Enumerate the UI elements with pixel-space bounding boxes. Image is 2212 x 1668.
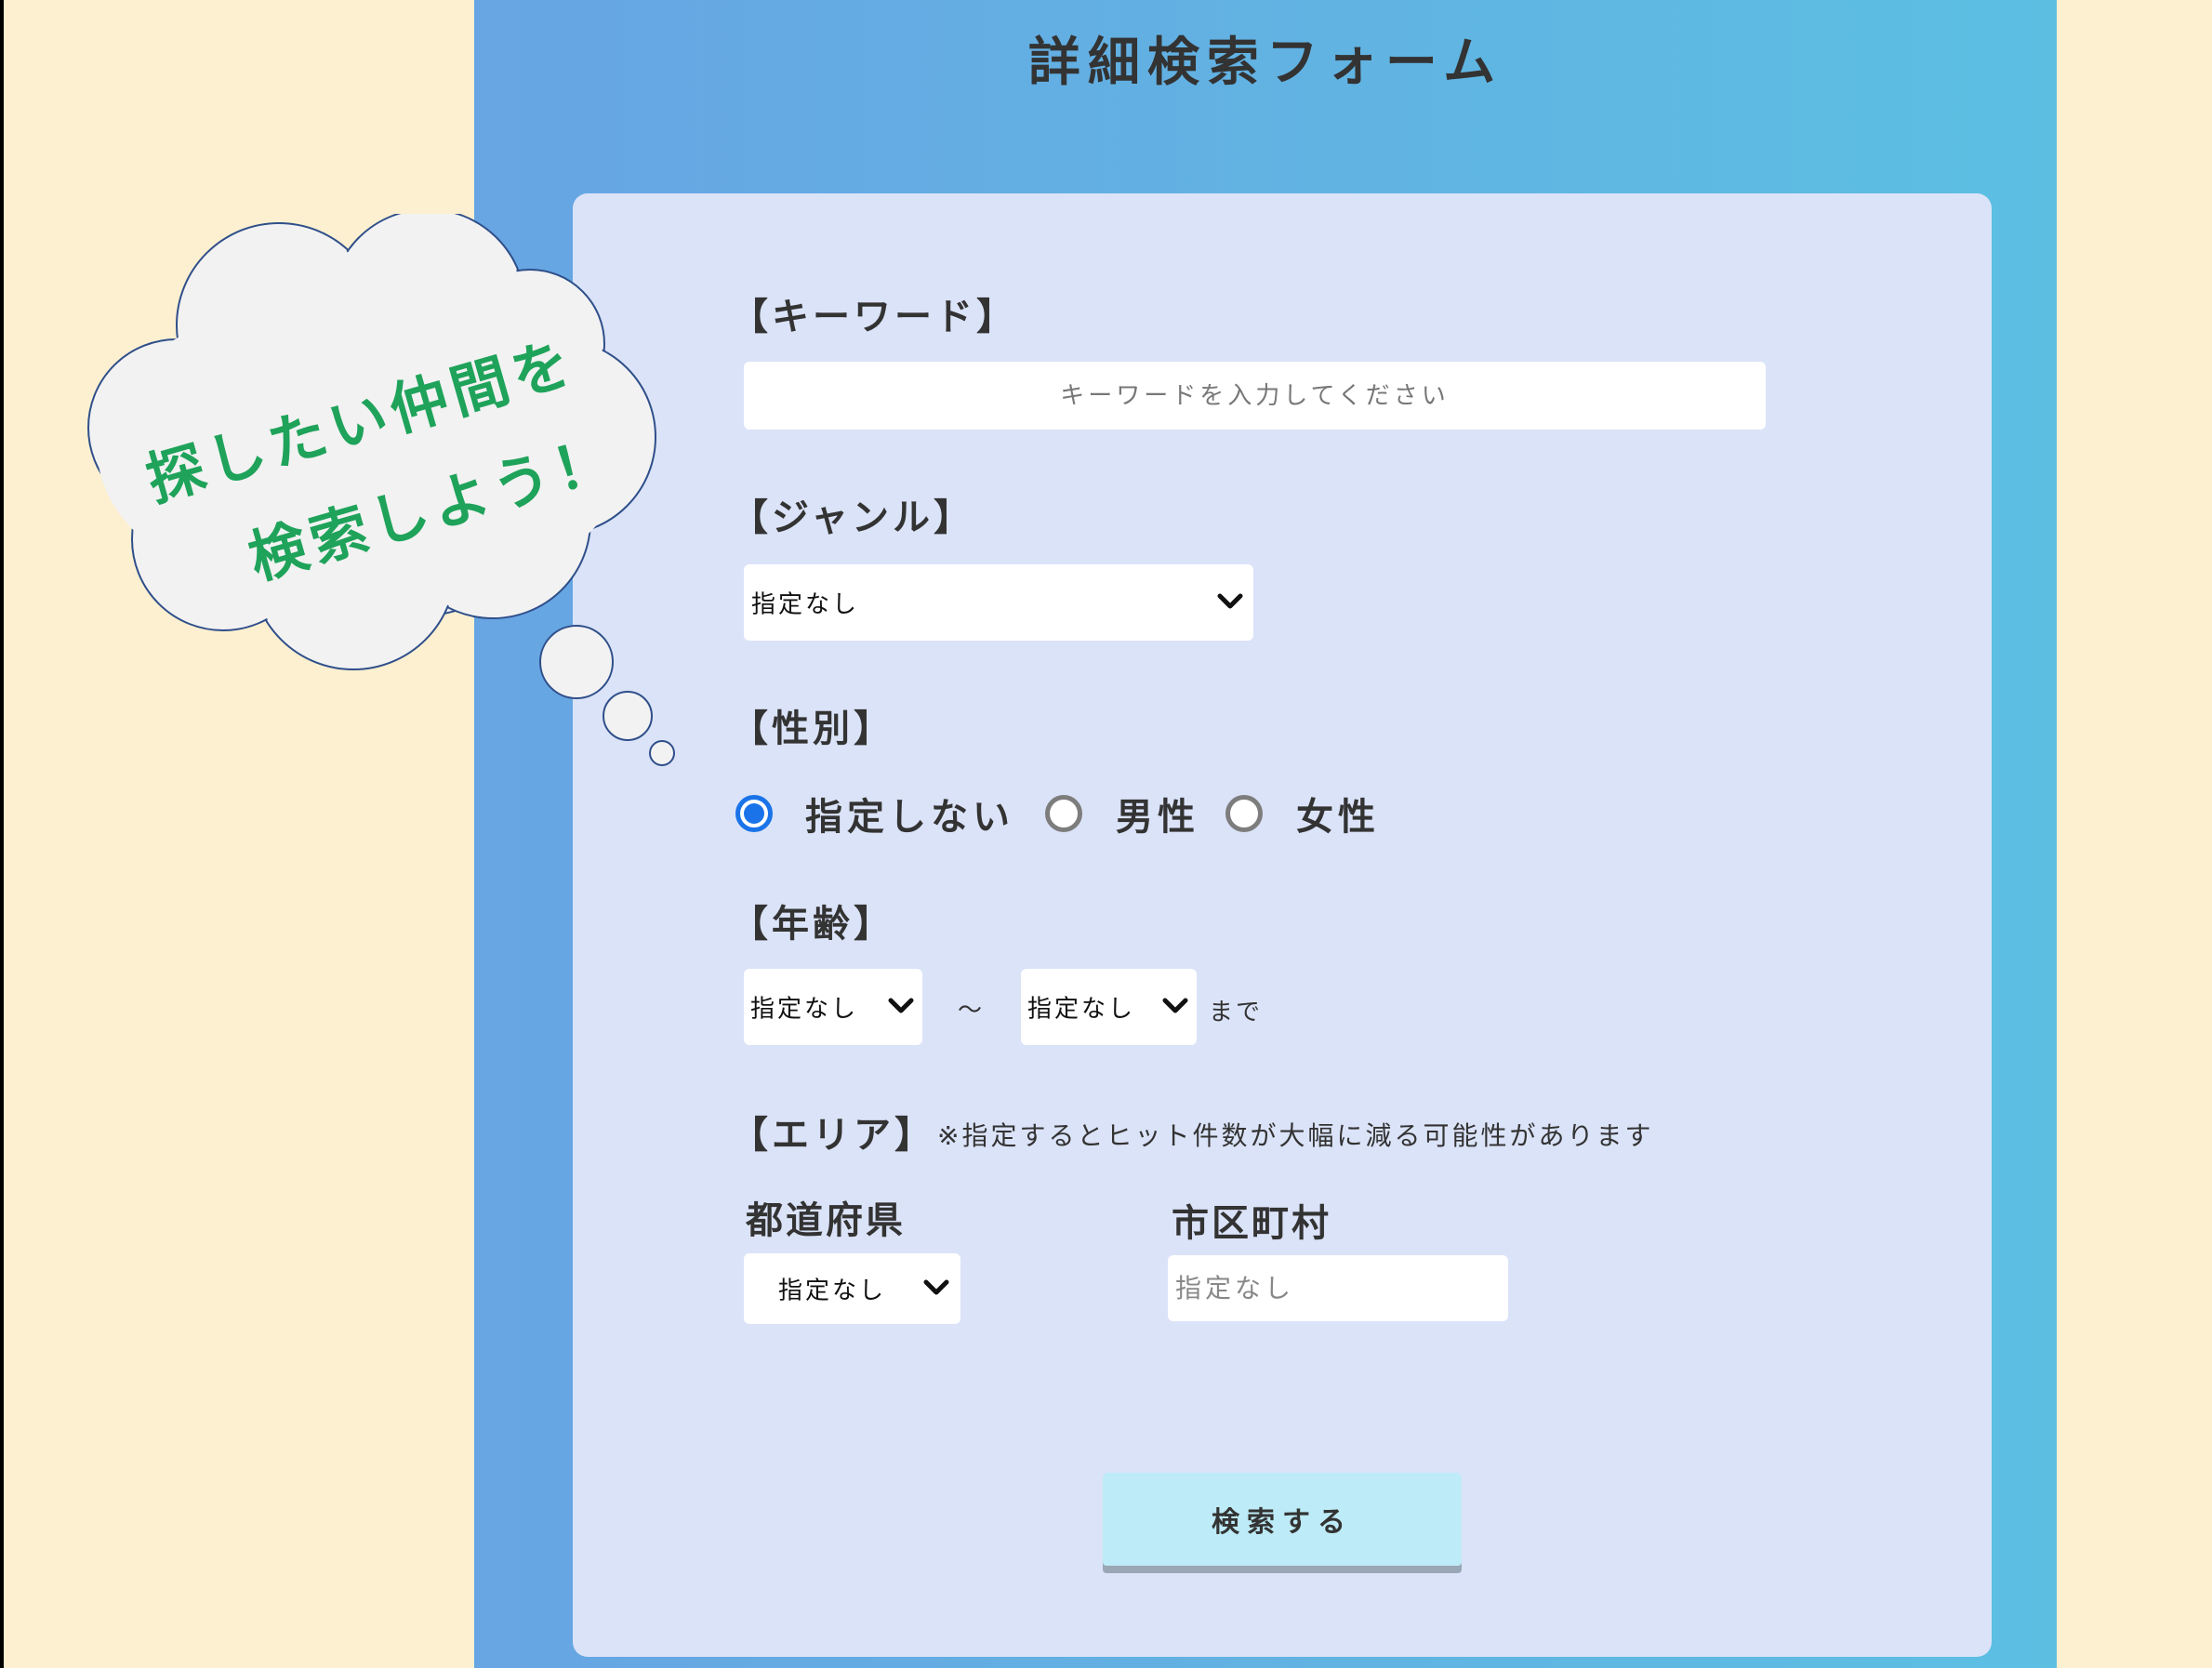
prefecture-select[interactable]: 指定なし — [744, 1253, 960, 1324]
age-range-separator: ～ — [958, 997, 986, 1025]
gender-radio-unspecified[interactable] — [735, 795, 773, 832]
city-input[interactable] — [1168, 1255, 1508, 1321]
age-from-select[interactable]: 指定なし — [744, 969, 922, 1045]
gender-radio-female-label[interactable]: 女性 — [1296, 787, 1380, 841]
genre-select-value: 指定なし — [751, 590, 860, 619]
chevron-down-icon — [1162, 998, 1188, 1013]
chevron-down-icon — [1217, 593, 1243, 609]
genre-select[interactable]: 指定なし — [744, 564, 1253, 641]
page-title: 詳細検索フォーム — [1027, 33, 1503, 93]
gender-radio-male[interactable] — [1045, 795, 1082, 832]
age-label: 【年齢】 — [731, 903, 894, 946]
chevron-down-icon — [888, 998, 914, 1013]
search-button[interactable]: 検索する — [1103, 1473, 1462, 1566]
age-to-select-value: 指定なし — [1027, 995, 1136, 1024]
genre-label: 【ジャンル】 — [731, 496, 974, 539]
gender-radio-female[interactable] — [1225, 795, 1263, 832]
age-to-select[interactable]: 指定なし — [1021, 969, 1197, 1045]
keyword-label: 【キーワード】 — [731, 296, 1017, 338]
left-edge-border — [0, 0, 4, 1668]
age-suffix: まで — [1209, 999, 1264, 1026]
area-label: 【エリア】 — [731, 1114, 935, 1157]
gender-label: 【性別】 — [731, 708, 894, 750]
city-label: 市区町村 — [1172, 1202, 1331, 1245]
prefecture-select-value: 指定なし — [778, 1277, 887, 1305]
gender-radio-male-label[interactable]: 男性 — [1116, 787, 1199, 841]
area-note: ※指定するとヒット件数が大幅に減る可能性があります — [937, 1120, 1654, 1151]
age-from-select-value: 指定なし — [750, 995, 859, 1024]
gender-radio-unspecified-label[interactable]: 指定しない — [805, 787, 1014, 841]
prefecture-label: 都道府県 — [746, 1199, 906, 1242]
keyword-input[interactable] — [744, 362, 1766, 430]
chevron-down-icon — [923, 1279, 949, 1295]
